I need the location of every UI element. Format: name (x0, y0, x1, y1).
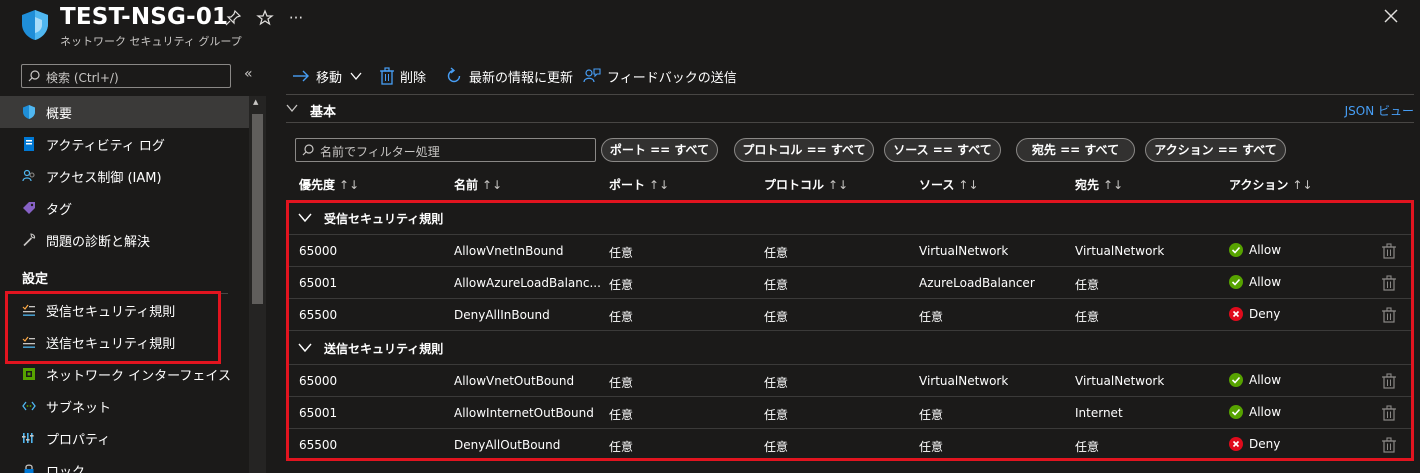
sidebar-item-label: タグ (46, 203, 73, 218)
blade-header: TEST-NSG-01 ネットワーク セキュリティ グループ ··· (0, 0, 1420, 56)
highlight-box-sidebar (5, 291, 221, 364)
refresh-label: 最新の情報に更新 (469, 70, 574, 86)
column-header-action[interactable]: アクション ↑↓ (1229, 176, 1313, 193)
iam-icon (22, 169, 35, 182)
sidebar-item-label: サブネット (46, 401, 112, 416)
sidebar-item-label: アクセス制御 (IAM) (46, 171, 162, 186)
feedback-label: フィードバックの送信 (607, 70, 737, 86)
menu-scrollbar-thumb[interactable] (252, 114, 263, 304)
table-header: 優先度 ↑↓ 名前 ↑↓ ポート ↑↓ プロトコル ↑↓ ソース ↑↓ 宛先 ↑↓ アクショ… (286, 176, 1414, 200)
arrow-right-icon (293, 70, 309, 82)
move-button[interactable]: 移動 (292, 67, 362, 86)
column-header-port[interactable]: ポート ↑↓ (609, 176, 669, 193)
pin-icon[interactable] (224, 9, 242, 27)
sidebar-item-label: 概要 (46, 107, 73, 122)
search-icon (302, 144, 314, 156)
sidebar-item-label: ネットワーク インターフェイス (46, 369, 231, 384)
close-icon[interactable] (1382, 7, 1400, 25)
sort-icon: ↑↓ (1103, 178, 1124, 192)
sidebar-item-subnets[interactable]: サブネット (0, 390, 249, 422)
sidebar-item-label: ロック (46, 465, 86, 473)
page-title: TEST-NSG-01 (60, 4, 229, 30)
collapse-menu-icon[interactable]: « (244, 66, 253, 82)
destination-filter-pill[interactable]: 宛先 == すべて (1016, 138, 1135, 162)
port-filter-pill[interactable]: ポート == すべて (601, 138, 718, 162)
action-filter-pill[interactable]: アクション == すべて (1145, 138, 1286, 162)
json-view-link[interactable]: JSON ビュー (1345, 102, 1414, 119)
name-filter-input[interactable]: 名前でフィルター処理 (295, 138, 596, 162)
properties-icon (22, 433, 34, 443)
sort-icon: ↑↓ (958, 178, 979, 192)
refresh-icon (447, 67, 461, 83)
sort-icon: ↑↓ (339, 178, 360, 192)
chevron-down-icon (350, 72, 362, 81)
filter-placeholder: 名前でフィルター処理 (320, 145, 440, 159)
column-header-name[interactable]: 名前 ↑↓ (454, 176, 502, 193)
page-subtitle: ネットワーク セキュリティ グループ (60, 35, 242, 48)
sidebar-item-label: プロパティ (46, 433, 111, 448)
section-label: 設定 (22, 272, 49, 287)
star-icon[interactable] (256, 9, 274, 27)
sort-icon: ↑↓ (828, 178, 849, 192)
network-interface-icon (23, 368, 35, 380)
essentials-header[interactable]: 基本 JSON ビュー (286, 98, 1414, 122)
feedback-icon (583, 68, 601, 83)
sidebar-item-overview[interactable]: 概要 (0, 96, 249, 128)
command-bar: 移動 削除 最新の情報に更新 フィードバックの送信 (266, 56, 1420, 96)
sidebar-item-tags[interactable]: タグ (0, 192, 249, 224)
highlight-box-rules (286, 200, 1414, 461)
column-header-protocol[interactable]: プロトコル ↑↓ (764, 176, 848, 193)
wrench-icon (23, 233, 36, 247)
scroll-up-icon[interactable]: ▲ (253, 98, 258, 106)
shield-icon (23, 105, 35, 119)
tag-icon (23, 202, 35, 214)
nsg-shield-icon (22, 10, 48, 40)
search-placeholder: 検索 (Ctrl+/) (46, 71, 119, 85)
more-options-icon[interactable]: ··· (287, 9, 305, 27)
trash-icon (380, 67, 394, 85)
menu-list: 概要 アクティビティ ログ アクセス制御 (IAM) タグ 問題の診断と解決 設… (0, 96, 249, 473)
sidebar-item-diagnose[interactable]: 問題の診断と解決 (0, 224, 249, 256)
sort-icon: ↑↓ (1292, 178, 1313, 192)
sort-icon: ↑↓ (649, 178, 670, 192)
column-header-source[interactable]: ソース ↑↓ (919, 176, 979, 193)
essentials-label: 基本 (310, 105, 337, 120)
search-icon (28, 70, 40, 82)
sidebar-item-iam[interactable]: アクセス制御 (IAM) (0, 160, 249, 192)
settings-section-header: 設定 (0, 256, 249, 294)
feedback-button[interactable]: フィードバックの送信 (583, 67, 737, 86)
menu-search-input[interactable]: 検索 (Ctrl+/) (21, 64, 231, 88)
sidebar-item-label: アクティビティ ログ (46, 139, 165, 154)
sidebar-item-label: 問題の診断と解決 (46, 235, 151, 250)
lock-icon (24, 464, 34, 473)
delete-label: 削除 (400, 70, 427, 86)
column-header-destination[interactable]: 宛先 ↑↓ (1075, 176, 1123, 193)
protocol-filter-pill[interactable]: プロトコル == すべて (734, 138, 874, 162)
delete-button[interactable]: 削除 (380, 67, 427, 86)
refresh-button[interactable]: 最新の情報に更新 (445, 67, 574, 86)
resource-menu: 検索 (Ctrl+/) « 概要 アクティビティ ログ アクセス制御 (IAM)… (0, 56, 266, 473)
activity-log-icon (24, 137, 34, 151)
sort-icon: ↑↓ (482, 178, 503, 192)
sidebar-item-properties[interactable]: プロパティ (0, 422, 249, 454)
essentials-divider (286, 122, 1414, 123)
move-label: 移動 (316, 70, 343, 86)
sidebar-item-activity-log[interactable]: アクティビティ ログ (0, 128, 249, 160)
column-header-priority[interactable]: 優先度 ↑↓ (299, 176, 359, 193)
subnet-icon (22, 401, 36, 411)
sidebar-item-locks[interactable]: ロック (0, 454, 249, 473)
source-filter-pill[interactable]: ソース == すべて (884, 138, 1001, 162)
chevron-down-icon (286, 104, 298, 113)
toolbar-divider (286, 94, 1414, 95)
